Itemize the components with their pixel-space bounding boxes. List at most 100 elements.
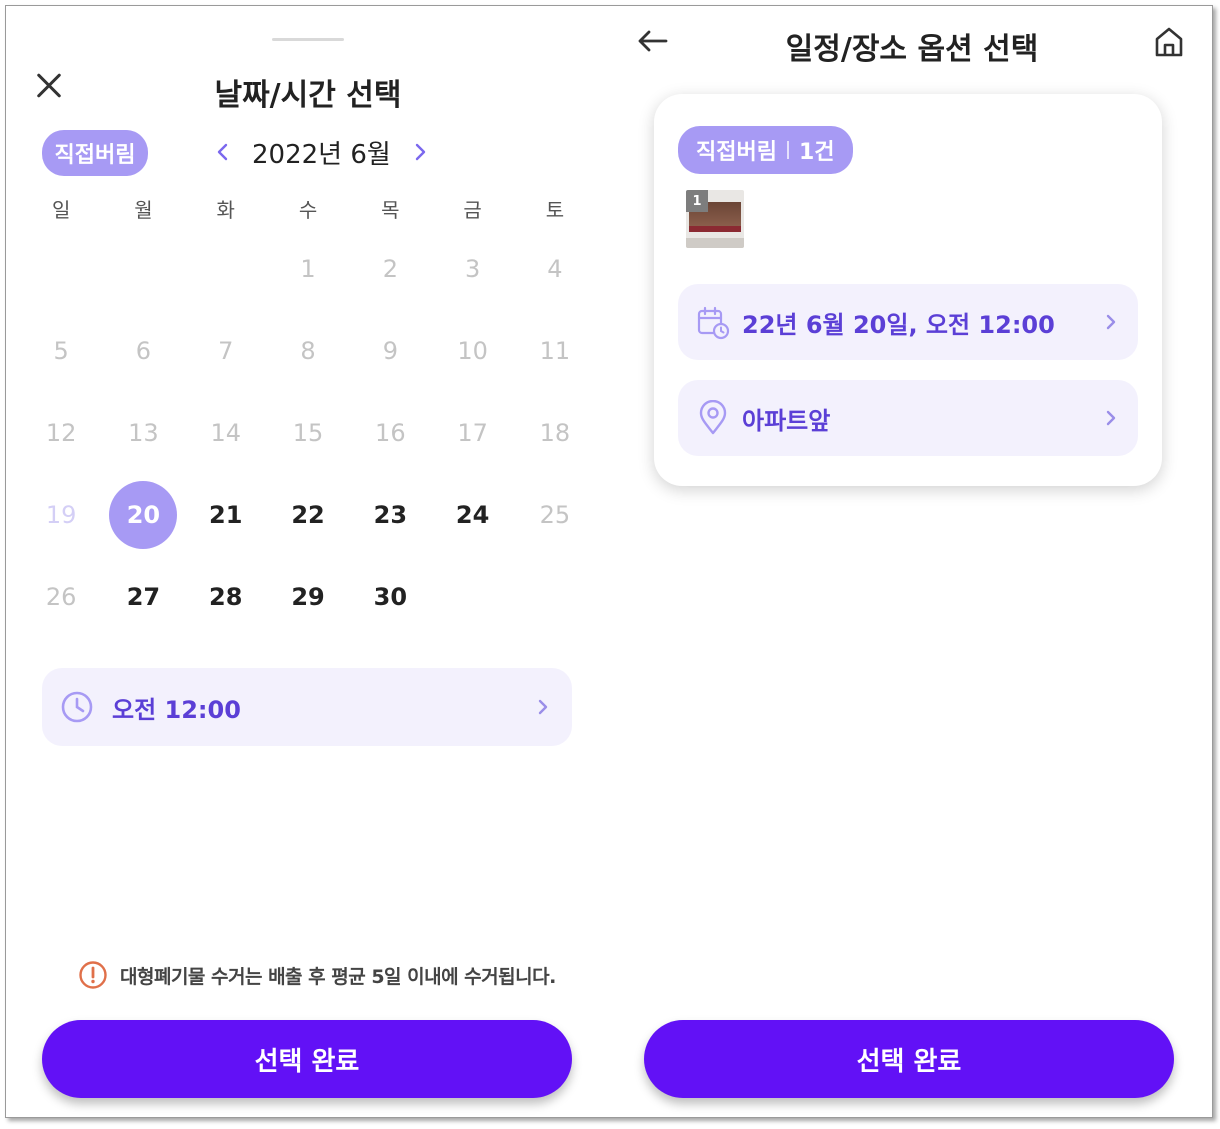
option-summary-card: 직접버림 1건 1 22년 6월 20일, 오전 12:00 아파트앞 [654,94,1162,486]
date-time-picker-panel: 날짜/시간 선택 직접버림 2022년 6월 일 월 화 수 목 금 토 123… [6,6,610,1117]
place-option-row[interactable]: 아파트앞 [678,380,1138,456]
clock-icon [61,691,93,723]
day-number: 15 [292,419,324,447]
weekday-label: 월 [134,198,153,222]
selected-day-cell[interactable]: 20 [102,474,184,556]
chip-divider [786,141,789,159]
day-cell: 13 [102,392,184,474]
day-cell: 8 [267,310,349,392]
day-cell: 6 [102,310,184,392]
day-number: 28 [209,583,243,611]
day-number: 13 [128,419,159,447]
calendar-clock-icon [697,306,730,340]
day-number: 21 [209,501,243,529]
day-cell[interactable]: 29 [267,556,349,638]
chevron-left-icon[interactable] [212,132,234,172]
day-cell: 19 [20,474,102,556]
day-number: 20 [109,481,178,549]
day-number: 26 [45,583,77,611]
day-number: 12 [45,419,77,447]
day-number: 5 [53,337,69,365]
empty-day-cell [514,556,596,638]
empty-day-cell [431,556,513,638]
empty-day-cell [102,228,184,310]
day-number: 8 [300,337,316,365]
day-cell[interactable]: 21 [185,474,267,556]
day-number: 6 [135,337,152,365]
day-number: 18 [539,419,571,447]
thumbnail-index-badge: 1 [686,190,708,212]
weekday-label: 수 [298,198,318,222]
day-number: 3 [464,255,481,283]
day-cell: 18 [514,392,596,474]
screenshot-frame: 날짜/시간 선택 직접버림 2022년 6월 일 월 화 수 목 금 토 123… [5,5,1213,1118]
day-cell: 1 [267,228,349,310]
calendar-grid: 1 2 3 4 5 6 7 8 9 10 11 12 13 14 15 16 17 18 19 20 21 22 23 24 2… [20,228,596,638]
day-cell: 16 [349,392,431,474]
day-number: 10 [457,337,488,365]
day-number: 7 [218,337,234,365]
page-title: 날짜/시간 선택 [214,78,402,113]
day-cell: 10 [431,310,513,392]
day-cell: 5 [20,310,102,392]
day-cell: 3 [431,228,513,310]
disposal-type-chip: 직접버림 [42,130,148,176]
collection-notice: 대형폐기물 수거는 배출 후 평균 5일 이내에 수거됩니다. [78,960,556,990]
day-cell[interactable]: 23 [349,474,431,556]
chevron-right-icon[interactable] [409,132,431,172]
day-number: 25 [539,501,571,529]
disposal-count-chip: 직접버림 1건 [678,126,853,174]
day-number: 27 [126,583,161,611]
day-number: 11 [539,337,571,365]
date-time-value: 22년 6월 20일, 오전 12:00 [742,310,1055,339]
confirm-selection-button[interactable]: 선택 완료 [42,1020,572,1098]
sheet-handle[interactable] [272,38,344,41]
warning-icon [79,961,107,989]
weekday-label: 목 [381,198,400,222]
schedule-place-panel: 일정/장소 옵션 선택 직접버림 1건 1 22년 6월 20일, 오전 12:… [610,6,1212,1117]
day-cell: 15 [267,392,349,474]
date-time-option-row[interactable]: 22년 6월 20일, 오전 12:00 [678,284,1138,360]
day-cell: 11 [514,310,596,392]
day-cell: 17 [431,392,513,474]
day-cell[interactable]: 22 [267,474,349,556]
day-cell[interactable]: 27 [102,556,184,638]
place-value: 아파트앞 [742,406,831,435]
day-number: 30 [373,583,408,611]
day-number: 2 [382,255,398,283]
day-cell[interactable]: 24 [431,474,513,556]
day-number: 29 [291,583,325,611]
confirm-selection-button[interactable]: 선택 완료 [644,1020,1174,1098]
day-cell: 12 [20,392,102,474]
chevron-right-icon [1106,410,1116,426]
weekday-label: 일 [51,198,71,222]
chevron-right-icon [1106,314,1116,330]
weekday-header: 일 월 화 수 목 금 토 [20,194,596,223]
month-navigation: 2022년 6월 [212,132,431,172]
home-icon[interactable] [1152,24,1186,60]
day-cell: 7 [185,310,267,392]
day-number: 4 [547,255,563,283]
day-cell[interactable]: 28 [185,556,267,638]
day-cell: 25 [514,474,596,556]
day-number: 19 [45,501,77,529]
day-number: 23 [373,501,408,529]
day-cell[interactable]: 30 [349,556,431,638]
day-number: 17 [457,419,488,447]
day-number: 1 [300,255,316,283]
day-number: 24 [455,501,490,529]
month-label: 2022년 6월 [252,139,391,170]
day-cell: 14 [185,392,267,474]
day-cell: 4 [514,228,596,310]
day-number: 22 [291,501,325,529]
day-cell: 2 [349,228,431,310]
weekday-label: 토 [545,198,565,222]
time-select-row[interactable]: 오전 12:00 [42,668,572,746]
chip-count: 1건 [798,140,835,165]
day-cell: 26 [20,556,102,638]
weekday-label: 화 [216,198,235,222]
day-number: 9 [382,337,398,365]
page-title: 일정/장소 옵션 선택 [785,32,1039,67]
item-thumbnail[interactable]: 1 [686,190,744,248]
day-number: 14 [210,419,241,447]
